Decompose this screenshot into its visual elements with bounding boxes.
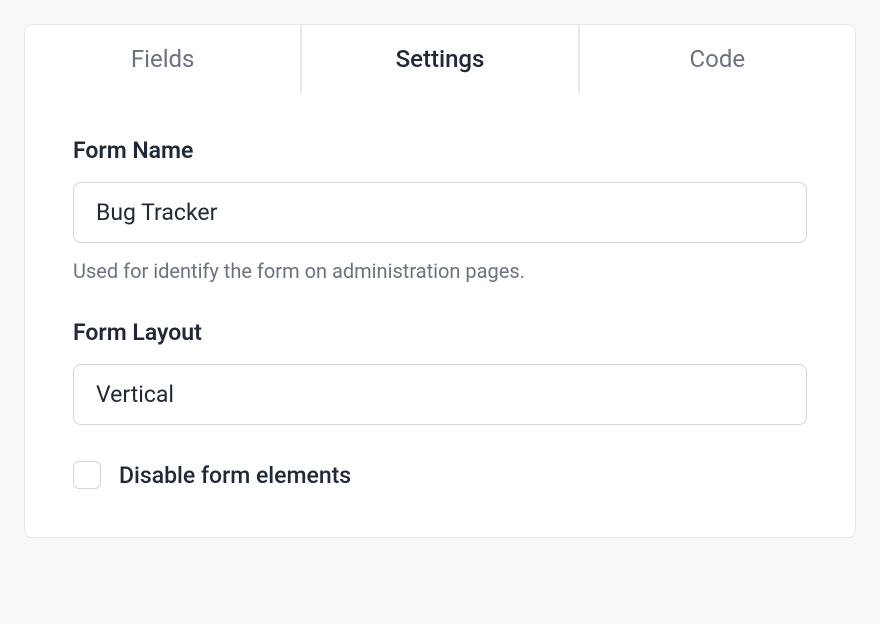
form-name-group: Form Name Used for identify the form on …	[73, 137, 807, 283]
disable-elements-group: Disable form elements	[73, 461, 807, 489]
form-layout-select-wrapper: Vertical	[73, 364, 807, 425]
form-layout-select[interactable]: Vertical	[73, 364, 807, 425]
disable-elements-label[interactable]: Disable form elements	[119, 462, 351, 489]
disable-elements-checkbox[interactable]	[73, 461, 101, 489]
tab-settings[interactable]: Settings	[301, 24, 578, 94]
form-name-input[interactable]	[73, 182, 807, 243]
disable-elements-row: Disable form elements	[73, 461, 807, 489]
form-name-helper: Used for identify the form on administra…	[73, 259, 807, 283]
settings-content: Form Name Used for identify the form on …	[24, 93, 856, 538]
tab-fields[interactable]: Fields	[24, 24, 301, 94]
form-layout-label: Form Layout	[73, 319, 807, 346]
form-name-label: Form Name	[73, 137, 807, 164]
tab-code[interactable]: Code	[579, 24, 856, 94]
settings-panel: Fields Settings Code Form Name Used for …	[24, 24, 856, 538]
form-layout-group: Form Layout Vertical	[73, 319, 807, 425]
tab-bar: Fields Settings Code	[24, 24, 856, 94]
